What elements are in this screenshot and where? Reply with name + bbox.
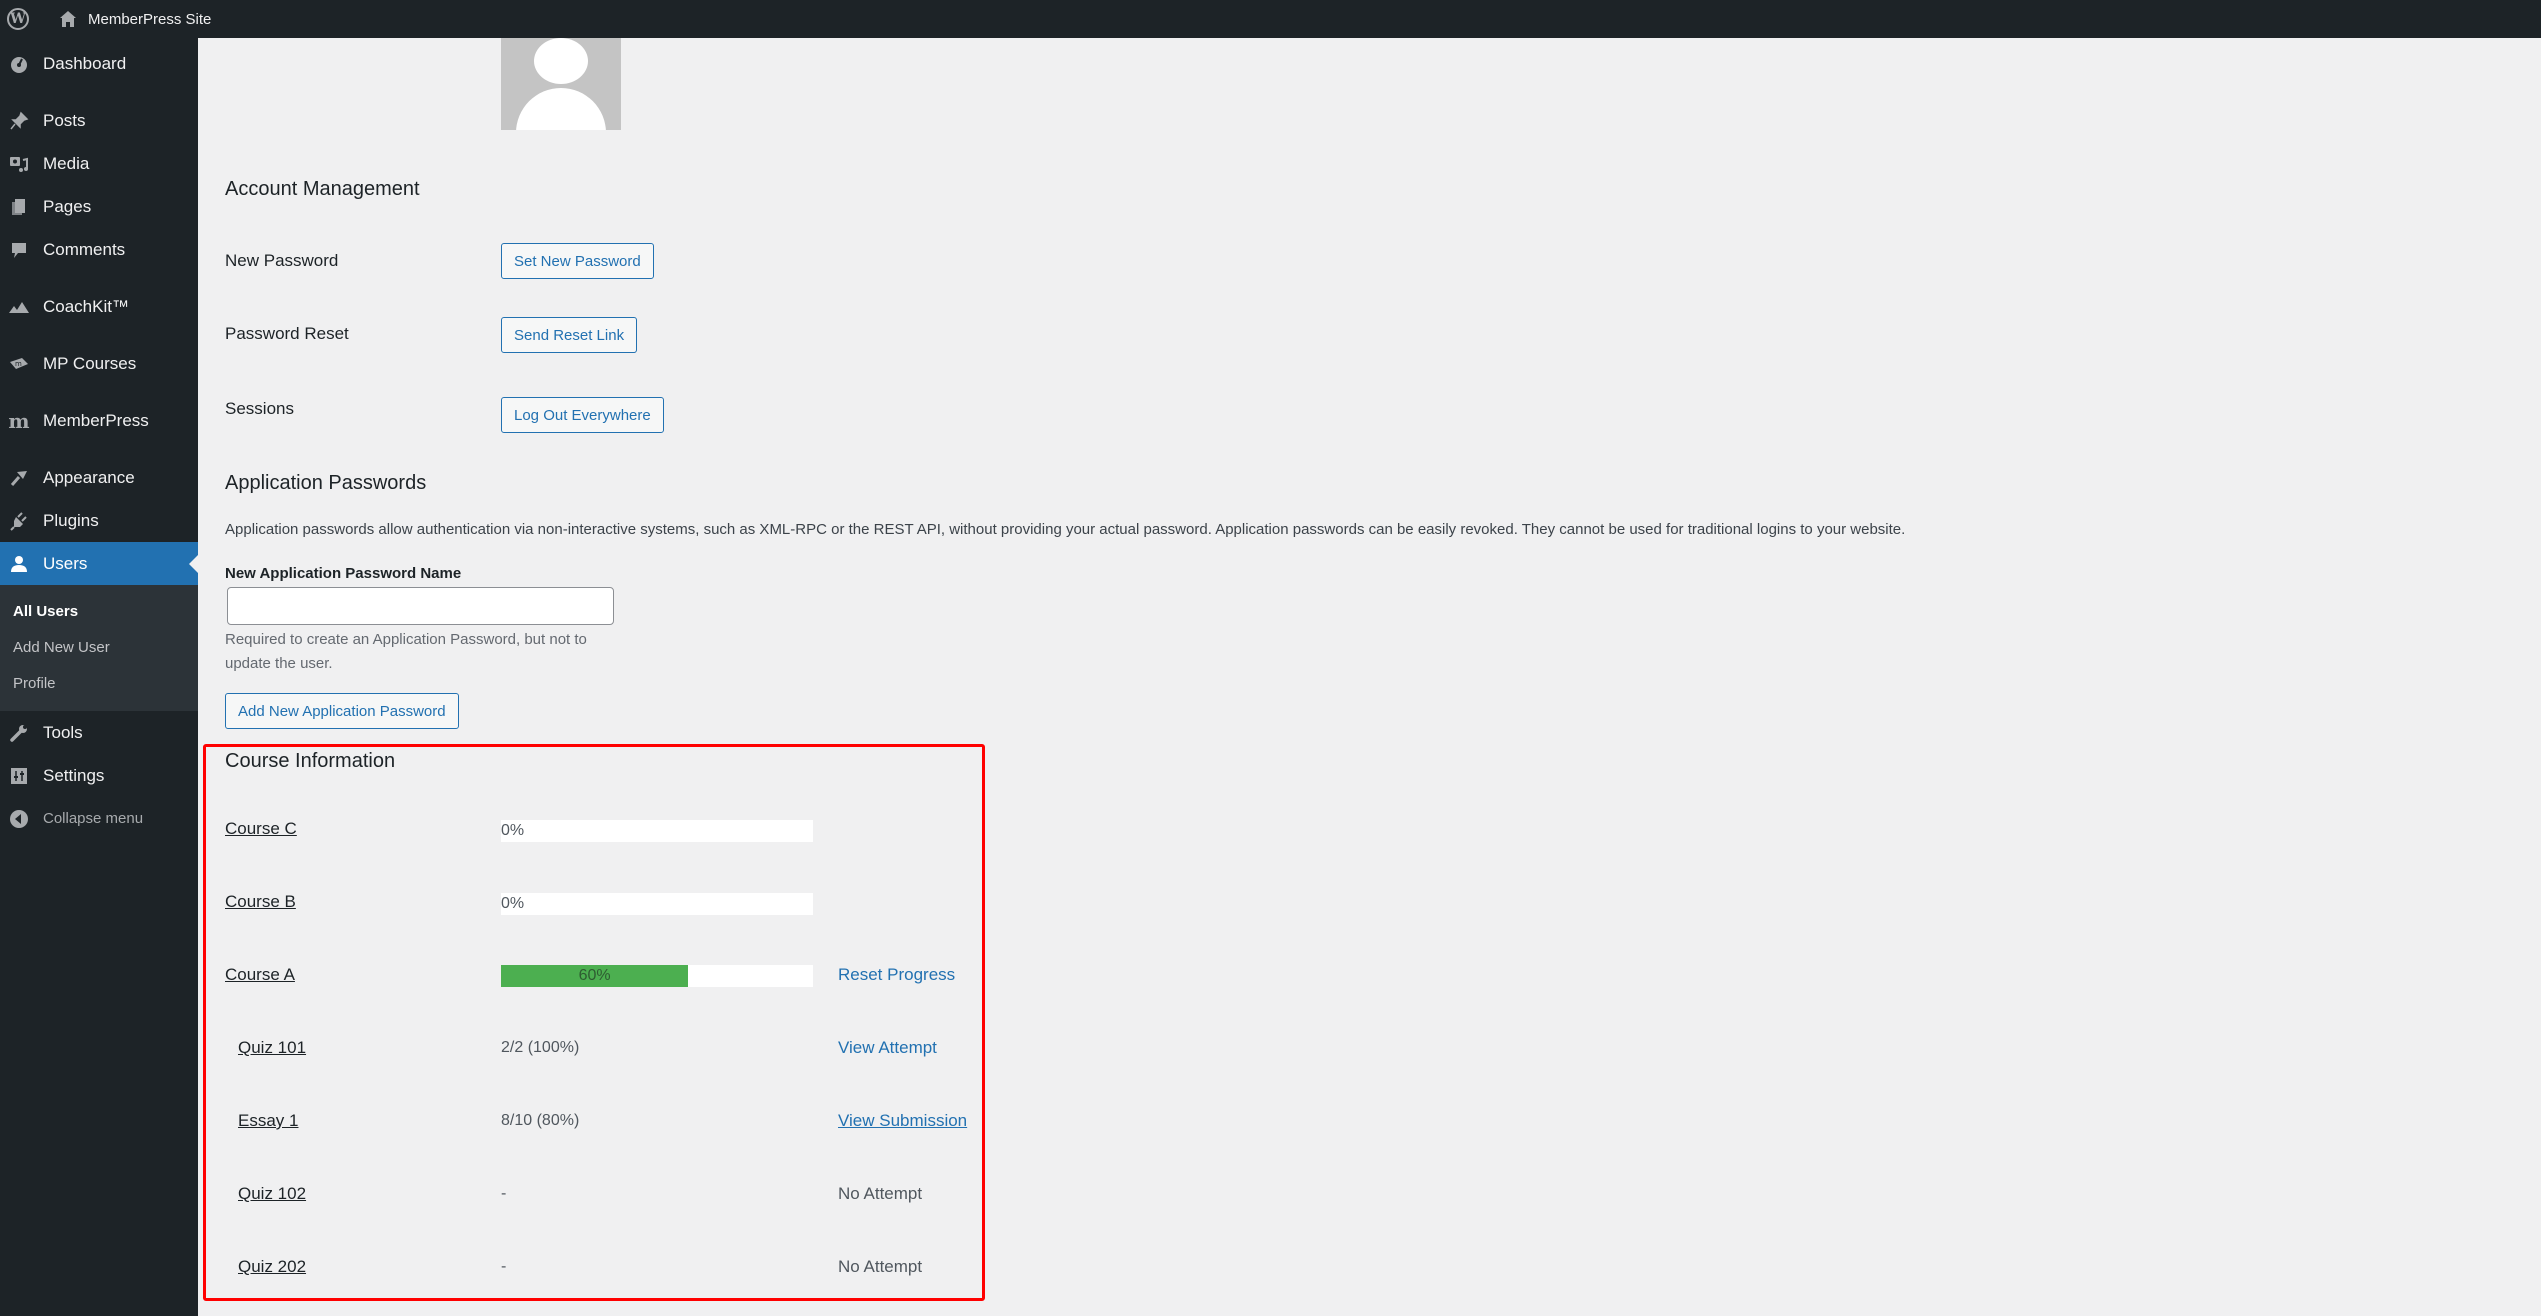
sessions-label: Sessions [225, 399, 294, 418]
sidebar-item-media[interactable]: Media [0, 142, 198, 185]
sidebar-item-label: CoachKit™ [43, 296, 129, 316]
send-reset-link-button[interactable]: Send Reset Link [501, 317, 638, 353]
course-information-heading: Course Information [225, 750, 396, 772]
sidebar-item-label: Dashboard [43, 53, 127, 73]
sidebar-item-users[interactable]: Users [0, 542, 198, 585]
app-password-name-label: New Application Password Name [225, 565, 462, 582]
sidebar-item-label: MemberPress [43, 410, 149, 430]
sidebar-item-appearance[interactable]: Appearance [0, 456, 198, 499]
wordpress-logo-icon[interactable]: W [7, 8, 29, 30]
assessment-score: 8/10 (80%) [501, 1112, 580, 1129]
comment-icon [8, 239, 30, 261]
memberpress-icon: m [8, 408, 30, 433]
course-link-course-b[interactable]: Course B [225, 892, 296, 912]
user-icon [8, 553, 30, 575]
users-submenu: All Users Add New User Profile [0, 585, 198, 711]
assessment-score: 2/2 (100%) [501, 1039, 580, 1056]
collapse-menu-button[interactable]: Collapse menu [0, 797, 198, 840]
sidebar-item-label: Settings [43, 765, 105, 785]
settings-icon [8, 765, 30, 787]
pin-icon [8, 110, 30, 132]
progress-label: 60% [578, 967, 611, 984]
submenu-item-add-new-user[interactable]: Add New User [0, 629, 198, 665]
sidebar-item-posts[interactable]: Posts [0, 99, 198, 142]
sidebar-item-label: MP Courses [43, 353, 137, 373]
quiz-link-quiz-102[interactable]: Quiz 102 [238, 1184, 306, 1204]
dashboard-icon [8, 53, 30, 75]
courses-icon: m [8, 353, 30, 375]
reset-progress-link[interactable]: Reset Progress [838, 965, 955, 985]
sidebar-item-plugins[interactable]: Plugins [0, 499, 198, 542]
no-attempt-status: No Attempt [838, 1257, 923, 1276]
essay-link-essay-1[interactable]: Essay 1 [238, 1111, 298, 1131]
assessment-score: - [501, 1185, 507, 1202]
submenu-item-all-users[interactable]: All Users [0, 593, 198, 629]
submenu-item-profile[interactable]: Profile [0, 665, 198, 701]
progress-label: 0% [501, 822, 525, 839]
course-link-course-c[interactable]: Course C [225, 819, 297, 839]
view-attempt-link[interactable]: View Attempt [838, 1038, 937, 1058]
app-password-name-input[interactable] [227, 587, 614, 625]
quiz-link-quiz-202[interactable]: Quiz 202 [238, 1257, 306, 1277]
user-avatar [501, 38, 621, 130]
sidebar-item-memberpress[interactable]: m MemberPress [0, 399, 198, 442]
pages-icon [8, 196, 30, 218]
course-link-course-a[interactable]: Course A [225, 965, 295, 985]
sidebar-item-mp-courses[interactable]: m MP Courses [0, 342, 198, 385]
sidebar-item-comments[interactable]: Comments [0, 228, 198, 271]
sidebar-item-label: Users [43, 553, 88, 573]
media-icon [8, 153, 30, 175]
set-new-password-button[interactable]: Set New Password [501, 243, 654, 279]
svg-text:m: m [15, 360, 22, 368]
course-progress-bar: 0% [501, 820, 813, 842]
view-submission-link[interactable]: View Submission [838, 1111, 967, 1131]
application-passwords-heading: Application Passwords [225, 472, 427, 494]
sidebar-item-label: Tools [43, 722, 83, 742]
course-progress-bar: 60% [501, 965, 813, 987]
sidebar-item-label: Pages [43, 196, 92, 216]
course-progress-bar: 0% [501, 893, 813, 915]
sidebar-item-label: Appearance [43, 467, 135, 487]
wrench-icon [8, 722, 30, 744]
site-name-link[interactable]: MemberPress Site [88, 11, 211, 28]
main-content: Account Management New Password Set New … [198, 38, 2541, 1316]
mountains-icon [8, 296, 30, 318]
sidebar-item-label: Plugins [43, 510, 99, 530]
app-password-help-text: Required to create an Application Passwo… [225, 631, 587, 672]
password-reset-label: Password Reset [225, 324, 349, 343]
brush-icon [8, 467, 30, 489]
account-management-heading: Account Management [225, 178, 420, 200]
progress-label: 0% [501, 895, 525, 912]
admin-bar: W MemberPress Site [0, 0, 2541, 38]
sidebar-item-dashboard[interactable]: Dashboard [0, 42, 198, 85]
sidebar-item-label: Comments [43, 239, 126, 259]
sidebar-item-settings[interactable]: Settings [0, 754, 198, 797]
sidebar-item-coachkit[interactable]: CoachKit™ [0, 285, 198, 328]
sidebar-item-pages[interactable]: Pages [0, 185, 198, 228]
sidebar-item-tools[interactable]: Tools [0, 711, 198, 754]
collapse-icon [8, 808, 30, 830]
log-out-everywhere-button[interactable]: Log Out Everywhere [501, 397, 664, 433]
new-password-label: New Password [225, 251, 339, 270]
sidebar-item-label: Posts [43, 110, 86, 130]
collapse-menu-label: Collapse menu [43, 810, 144, 827]
assessment-score: - [501, 1258, 507, 1275]
add-new-application-password-button[interactable]: Add New Application Password [225, 693, 459, 729]
plug-icon [8, 510, 30, 532]
sidebar-item-label: Media [43, 153, 90, 173]
admin-sidebar: Dashboard Posts Media Pages Comments Coa… [0, 38, 198, 1316]
quiz-link-quiz-101[interactable]: Quiz 101 [238, 1038, 306, 1058]
application-passwords-description: Application passwords allow authenticati… [225, 521, 1906, 538]
no-attempt-status: No Attempt [838, 1184, 923, 1203]
home-icon[interactable] [58, 9, 78, 29]
